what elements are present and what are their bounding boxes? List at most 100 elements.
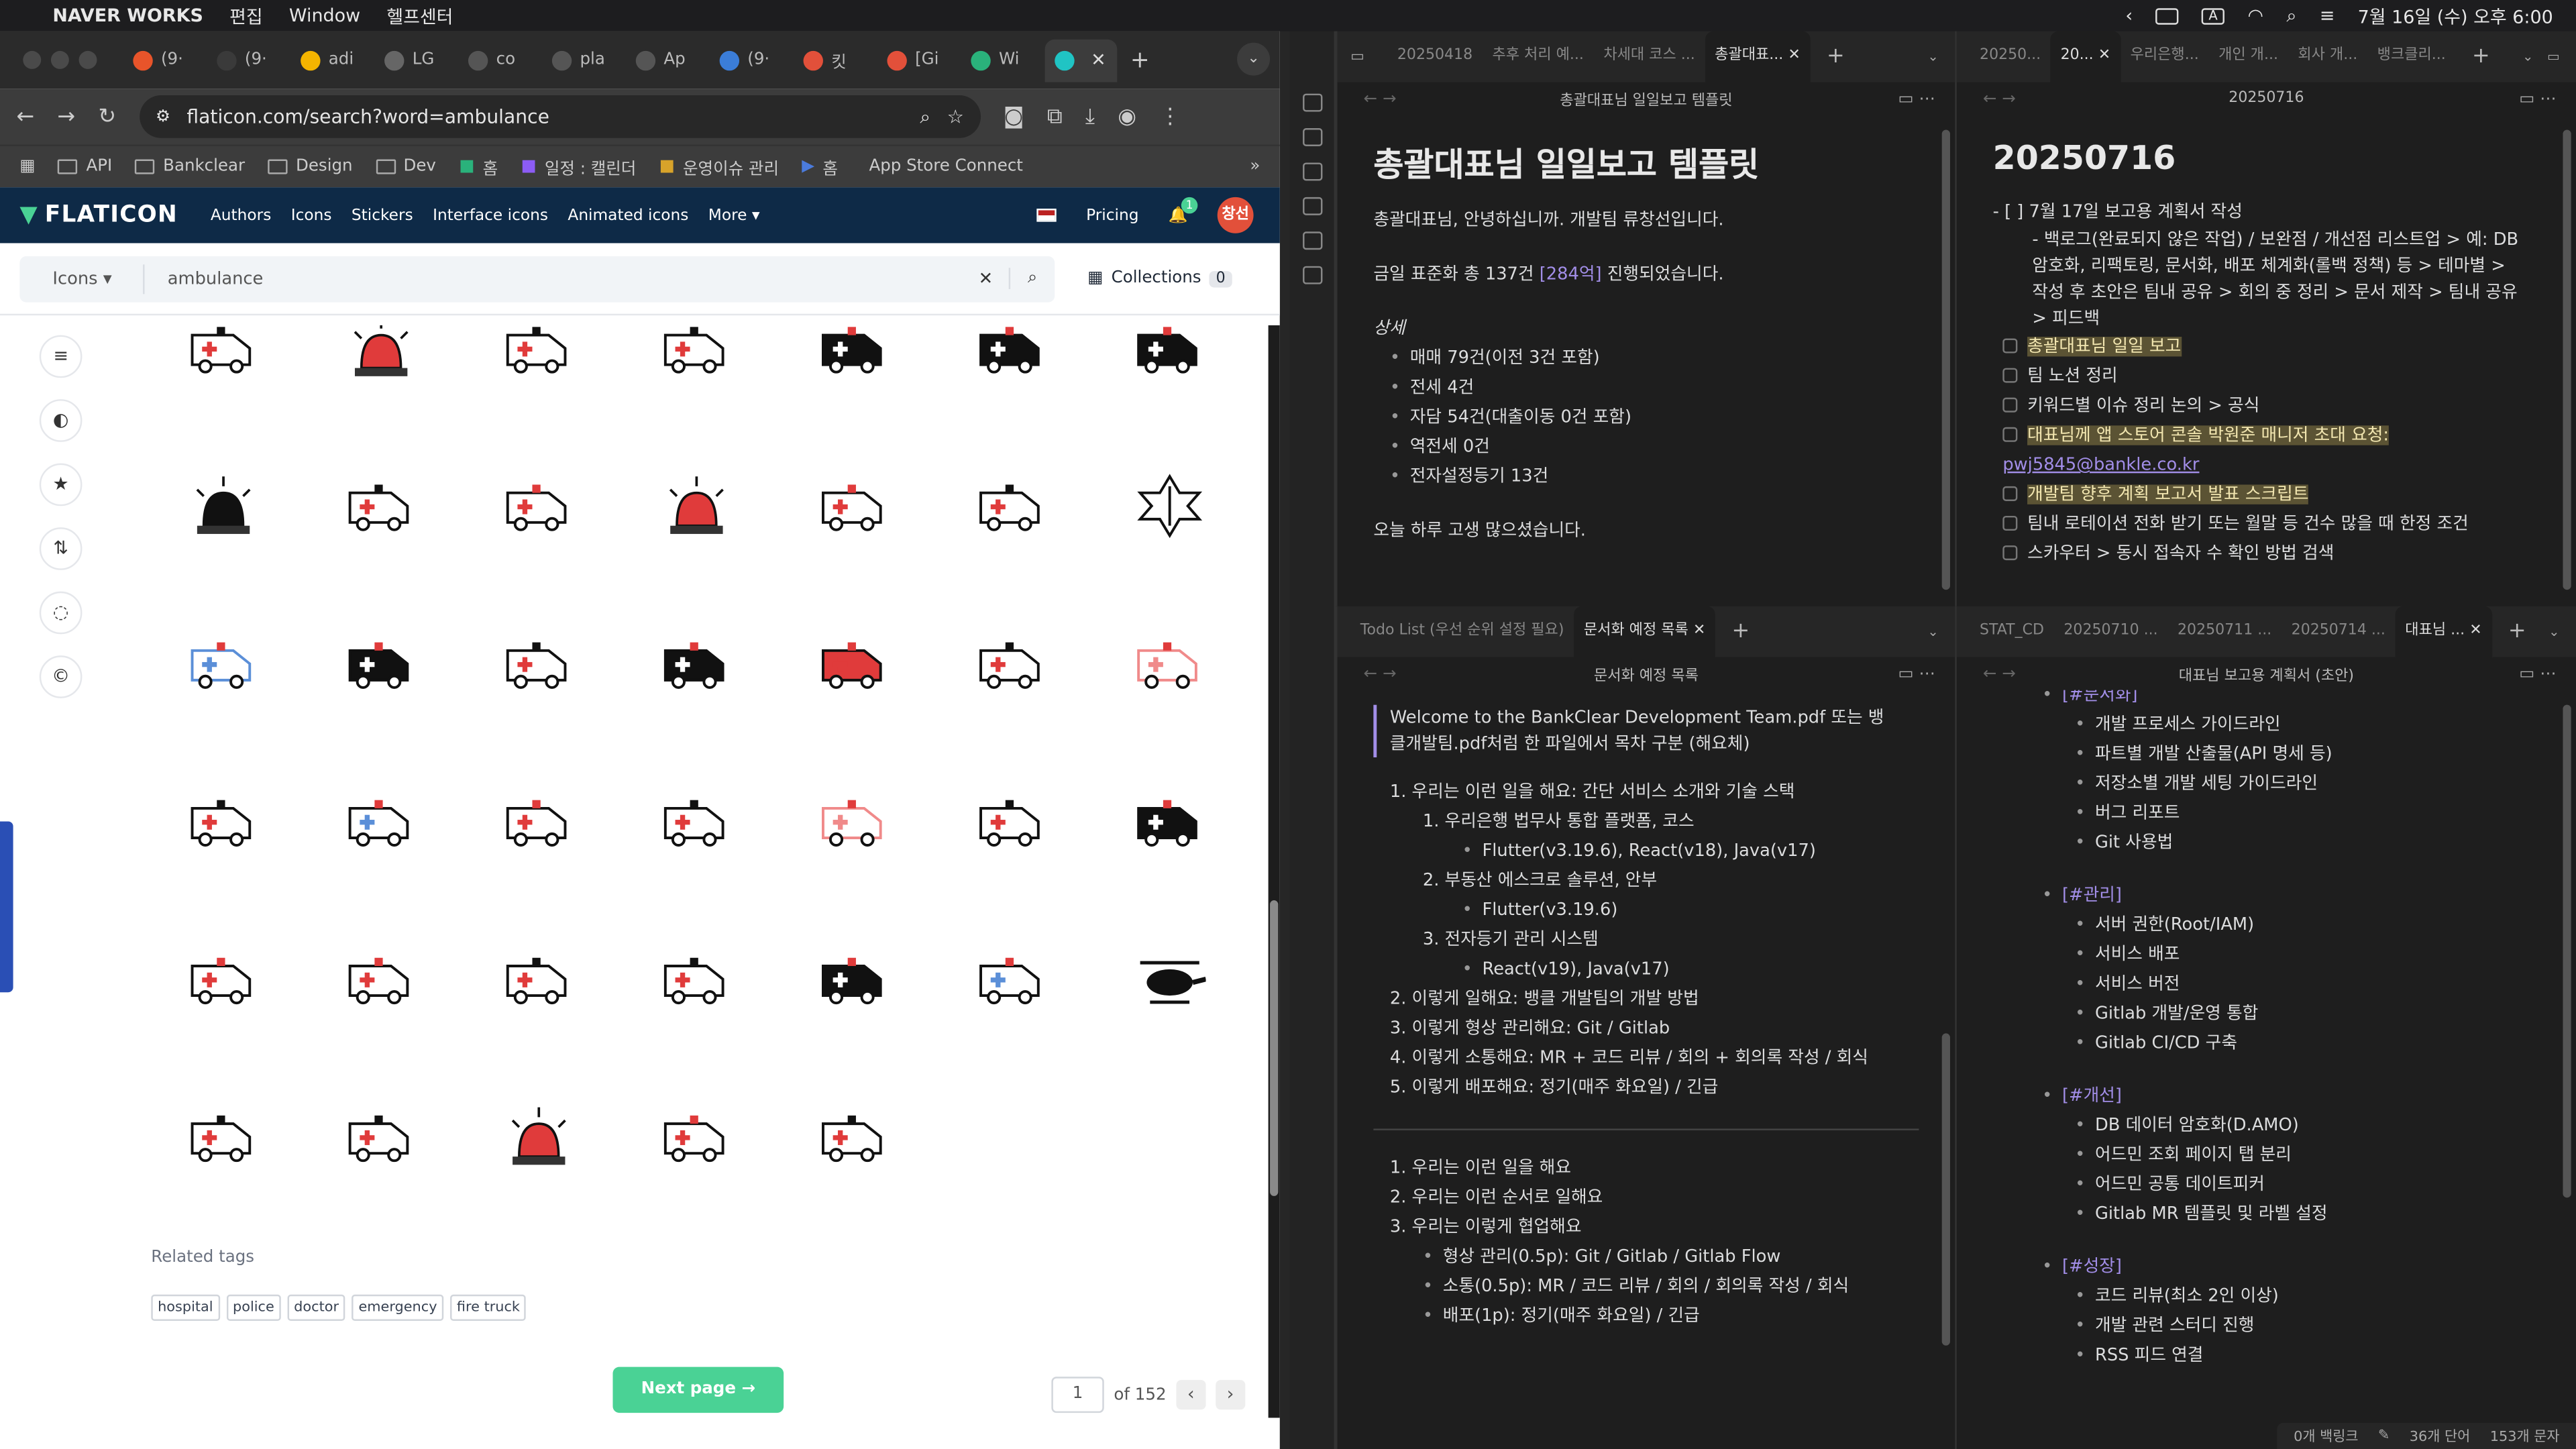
bookmark-bankclear[interactable]: Bankclear	[135, 158, 245, 176]
icon-result[interactable]	[303, 431, 460, 588]
tab-list-icon[interactable]: ⌄	[2548, 606, 2559, 657]
browser-tab[interactable]: LG	[374, 39, 458, 82]
sort-icon[interactable]: ⇅	[39, 527, 83, 570]
clock[interactable]: 7월 16일 (수) 오후 6:00	[2358, 3, 2553, 29]
bookmark-home[interactable]: ■ 홈	[459, 154, 498, 179]
icon-result[interactable]	[775, 746, 933, 904]
nav-authors[interactable]: Authors	[211, 206, 271, 224]
tab-20250716[interactable]: 20... ✕	[2050, 31, 2121, 83]
tag-emergency[interactable]: emergency	[352, 1294, 444, 1321]
tab-company[interactable]: 회사 개...	[2288, 32, 2367, 83]
new-tab-button[interactable]: +	[1130, 47, 1150, 73]
tag-police[interactable]: police	[226, 1294, 281, 1321]
sidebar-right-icon[interactable]: ▭	[2547, 32, 2560, 83]
todo-item[interactable]: 키워드별 이슈 정리 논의 > 공식	[2002, 391, 2528, 421]
note-content[interactable]: 총괄대표님 일일보고 템플릿 총괄대표님, 안녕하십니까. 개발팀 류창선입니다…	[1337, 115, 1955, 545]
note-content[interactable]: Welcome to the BankClear Development Tea…	[1337, 704, 1955, 1331]
backlinks-count[interactable]: 0개 백링크	[2294, 1426, 2358, 1446]
tab-list-icon[interactable]: ⌄	[2522, 32, 2533, 83]
checkbox[interactable]	[2002, 545, 2018, 561]
next-page-icon[interactable]: ›	[1216, 1380, 1246, 1410]
terminal-icon[interactable]	[1301, 266, 1322, 284]
tab-search-button[interactable]: ⌄	[1237, 42, 1271, 76]
browser-tab[interactable]: 킷	[794, 39, 877, 82]
icon-result[interactable]	[460, 746, 618, 904]
pane-scrollbar[interactable]	[2563, 129, 2571, 590]
browser-tab[interactable]: ✕	[1044, 38, 1118, 82]
section-tag[interactable]: [#문서화]	[2042, 690, 2576, 710]
todo-item[interactable]: 대표님께 앱 스토어 콘솔 박원준 매니저 초대 요청: pwj5845@ban…	[2002, 421, 2528, 480]
more-options-icon[interactable]: ▭ ⋯	[2519, 665, 2556, 683]
zoom-icon[interactable]: ⌕	[920, 105, 930, 129]
clear-search-icon[interactable]: ✕	[963, 268, 1009, 288]
new-tab-icon[interactable]: +	[2508, 619, 2526, 644]
icon-result[interactable]	[618, 746, 775, 904]
nav-icons[interactable]: Icons	[291, 206, 332, 224]
icon-result[interactable]	[460, 588, 618, 746]
tab-bankclear[interactable]: 뱅크클리...	[2367, 32, 2456, 83]
icon-result[interactable]	[1091, 904, 1248, 1061]
chevron-left-icon[interactable]: ‹	[2125, 5, 2133, 26]
bookmark-home-2[interactable]: ▶ 홈	[802, 154, 838, 179]
minimize-window-button[interactable]	[50, 50, 69, 69]
icon-result[interactable]	[460, 1061, 618, 1219]
nav-animated-icons[interactable]: Animated icons	[568, 206, 688, 224]
reload-icon[interactable]: ↻	[98, 105, 116, 129]
checkbox[interactable]	[2002, 338, 2018, 354]
edit-icon[interactable]: ✎	[2378, 1428, 2390, 1444]
site-info-icon[interactable]: ⚙	[156, 107, 170, 125]
tab-daily-report[interactable]: 총괄대표... ✕	[1705, 31, 1811, 83]
prev-page-icon[interactable]: ‹	[1176, 1380, 1206, 1410]
close-icon[interactable]: ✕	[1693, 623, 1705, 639]
control-center-icon[interactable]: ≡	[2320, 5, 2335, 26]
tab-20250418[interactable]: 20250418	[1387, 32, 1483, 83]
icon-result[interactable]	[933, 746, 1091, 904]
bookmark-dev[interactable]: Dev	[375, 158, 436, 176]
side-dock-handle[interactable]	[0, 821, 13, 993]
checkbox[interactable]	[2002, 427, 2018, 442]
premium-badge-icon[interactable]: ★	[39, 463, 83, 506]
nav-arrows-icon[interactable]: ← →	[1364, 89, 1397, 107]
pane-scrollbar[interactable]	[1941, 129, 1950, 590]
tab-20250710[interactable]: 20250710 ...	[2054, 606, 2168, 657]
flaticon-logo[interactable]: ▼ FLATICON	[19, 202, 178, 228]
bookmark-app-store-connect[interactable]: App Store Connect	[861, 158, 1022, 176]
browser-tab[interactable]: (9·	[123, 39, 207, 82]
menu-help[interactable]: 헬프센터	[386, 3, 453, 29]
url-text[interactable]: flaticon.com/search?word=ambulance	[186, 105, 903, 128]
browser-tab[interactable]: co	[458, 39, 542, 82]
tab-todo-list[interactable]: Todo List (우선 순위 설정 필요)	[1350, 606, 1574, 657]
icon-result[interactable]	[775, 431, 933, 588]
todo-item[interactable]: 팀 노션 정리	[2002, 362, 2528, 391]
icon-result[interactable]	[618, 588, 775, 746]
pane-scrollbar[interactable]	[1941, 1033, 1950, 1346]
browser-scrollbar[interactable]	[1268, 325, 1280, 1418]
icon-result[interactable]	[1091, 431, 1248, 588]
browser-tab[interactable]: (9·	[710, 39, 794, 82]
email-link[interactable]: pwj5845@bankle.co.kr	[2002, 455, 2199, 474]
menu-window[interactable]: Window	[289, 5, 360, 26]
close-icon[interactable]: ✕	[2469, 623, 2481, 639]
nav-more[interactable]: More ▾	[708, 206, 760, 224]
tag-hospital[interactable]: hospital	[151, 1294, 220, 1321]
notification-bell-icon[interactable]: 🔔 1	[1169, 196, 1198, 224]
nav-interface-icons[interactable]: Interface icons	[433, 206, 548, 224]
icon-result[interactable]	[460, 904, 618, 1061]
bookmark-design[interactable]: Design	[268, 158, 353, 176]
tab-list-icon[interactable]: ⌄	[1927, 606, 1938, 657]
search-type-select[interactable]: Icons ▾	[19, 264, 145, 294]
canvas-icon[interactable]	[1301, 197, 1322, 215]
search-input[interactable]: ambulance	[145, 268, 963, 288]
close-window-button[interactable]	[23, 50, 42, 69]
tab-personal[interactable]: 개인 개...	[2208, 32, 2288, 83]
browser-tab[interactable]: [Gi	[877, 39, 961, 82]
scrollbar-thumb[interactable]	[1270, 900, 1279, 1196]
icon-result[interactable]	[618, 1061, 775, 1219]
tab-20250714[interactable]: 20250714 ...	[2282, 606, 2396, 657]
todo-item[interactable]: 개발팀 향후 계획 보고서 발표 스크립트	[2002, 480, 2528, 509]
icon-result[interactable]	[1091, 746, 1248, 904]
section-tag[interactable]: [#성장]	[2042, 1252, 2576, 1281]
license-icon[interactable]: ©	[39, 655, 83, 698]
todo-item[interactable]: 스카우터 > 동시 접속자 수 확인 방법 검색	[2002, 539, 2528, 568]
nav-arrows-icon[interactable]: ← →	[1983, 665, 2016, 683]
